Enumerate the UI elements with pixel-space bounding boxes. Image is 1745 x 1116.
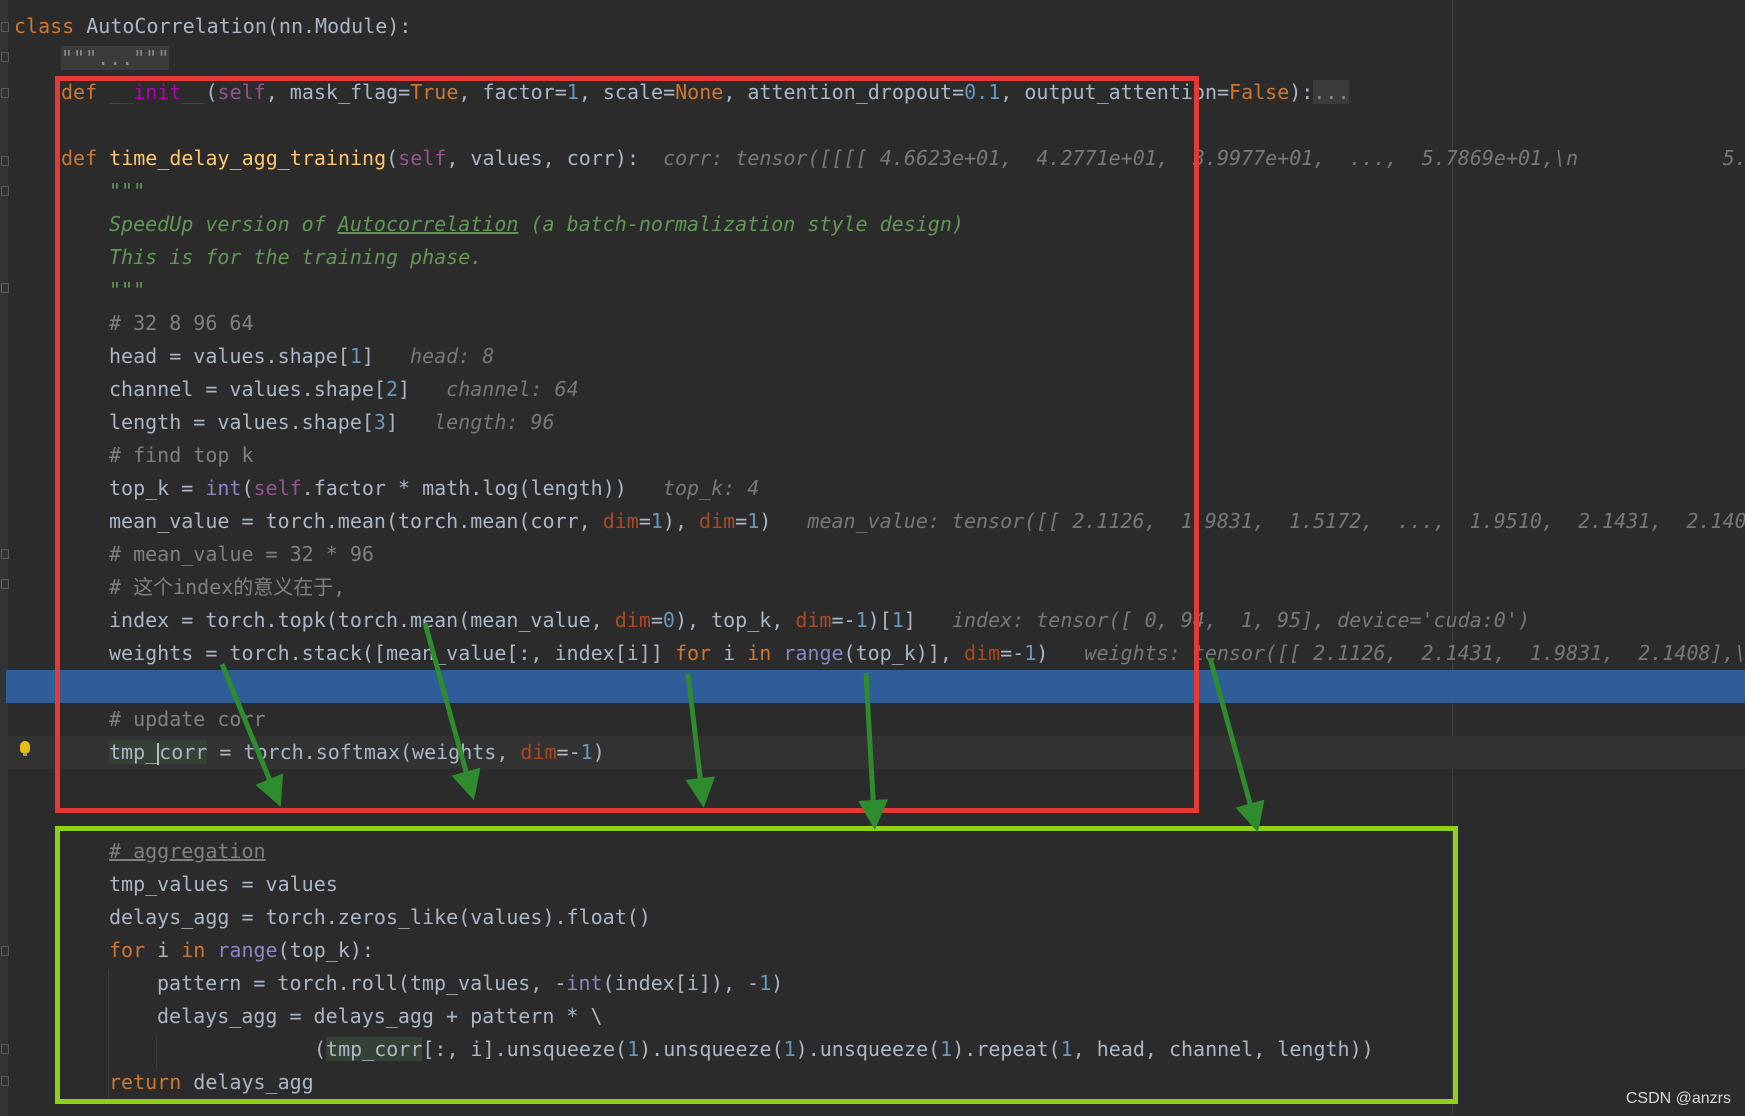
arrow [219, 663, 284, 807]
arrow [1207, 657, 1265, 833]
annotation-arrows [219, 622, 1265, 833]
code-editor[interactable]: class AutoCorrelation(nn.Module): """...… [0, 0, 1745, 1116]
watermark: CSDN @anzrs [1625, 1090, 1731, 1107]
arrow [858, 672, 889, 830]
arrow [685, 672, 716, 808]
arrow [422, 622, 481, 801]
